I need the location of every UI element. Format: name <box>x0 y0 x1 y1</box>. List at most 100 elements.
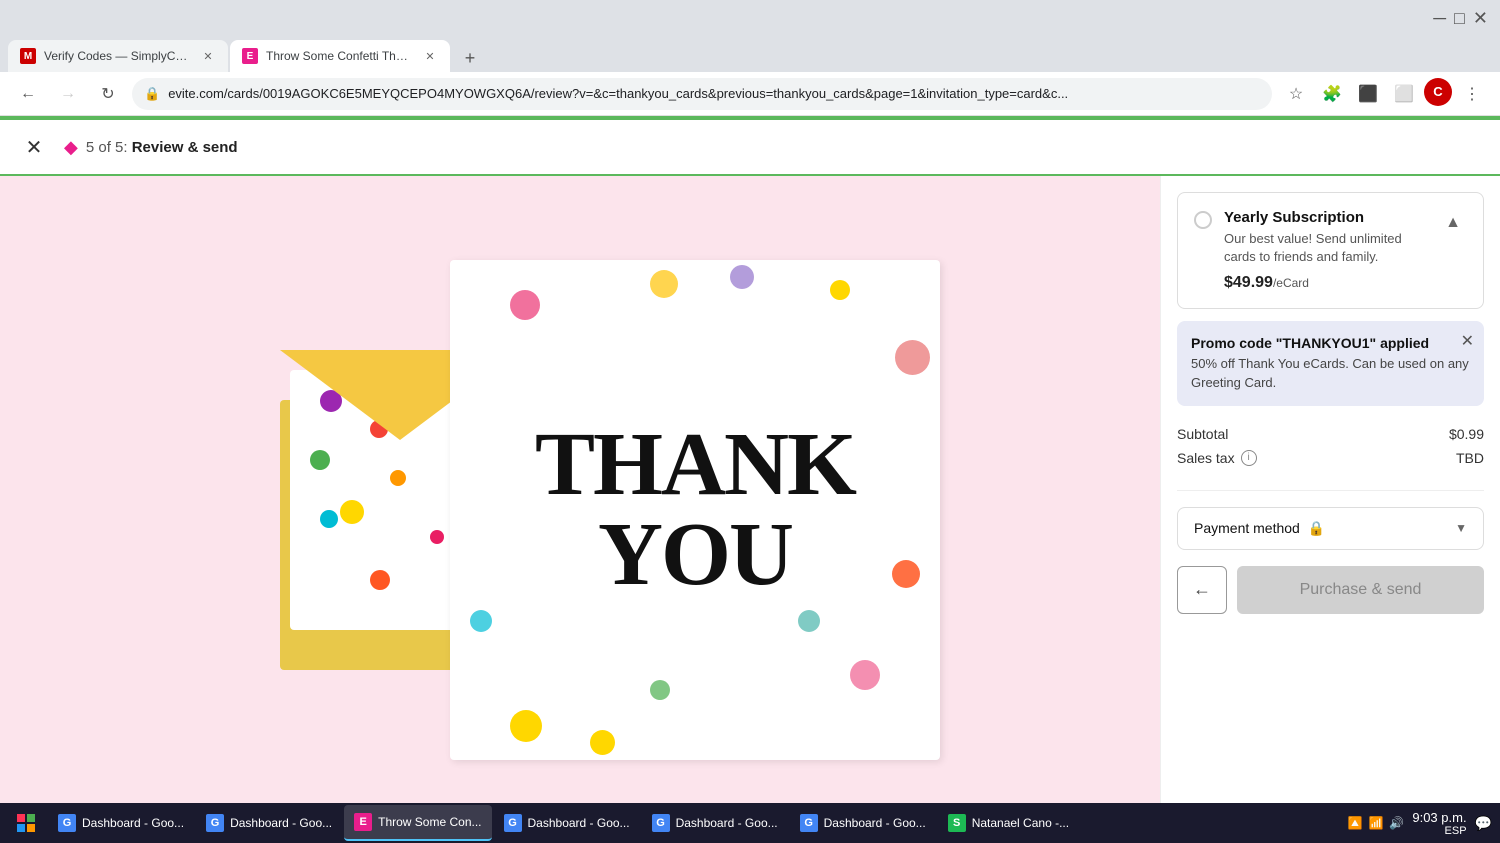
menu-icon[interactable]: ⋮ <box>1456 78 1488 110</box>
thank-you-line1: THANK <box>535 420 855 510</box>
nav-actions: ☆ 🧩 ⬛ ⬜ C ⋮ <box>1280 78 1488 110</box>
taskbar-system-icons: 🔼 📶 🔊 <box>1348 816 1405 830</box>
taskbar-item-1[interactable]: G Dashboard - Goo... <box>48 805 194 841</box>
taskbar-item-6[interactable]: G Dashboard - Goo... <box>790 805 936 841</box>
tab-verifycodes[interactable]: M Verify Codes — SimplyCodes ✕ <box>8 40 228 72</box>
taskbar-label-3: Throw Some Con... <box>378 815 481 829</box>
card-container: THANK YOU <box>220 250 940 770</box>
subscription-radio[interactable] <box>1194 211 1212 229</box>
taskbar-item-3[interactable]: E Throw Some Con... <box>344 805 491 841</box>
right-panel: Yearly Subscription Our best value! Send… <box>1160 176 1500 843</box>
taskbar-clock[interactable]: 9:03 p.m. ESP <box>1412 810 1466 837</box>
taskbar-volume-icon[interactable]: 🔊 <box>1389 816 1404 830</box>
subscription-desc: Our best value! Send unlimited cards to … <box>1224 230 1427 266</box>
taskbar-label-5: Dashboard - Goo... <box>676 816 778 830</box>
card-dot-11 <box>590 730 615 755</box>
tax-info-icon[interactable]: i <box>1241 450 1257 466</box>
taskbar-up-arrow[interactable]: 🔼 <box>1348 816 1363 830</box>
payment-chevron-icon: ▼ <box>1455 521 1467 535</box>
taskbar-favicon-2: G <box>206 814 224 832</box>
profile-button[interactable]: C <box>1424 78 1452 106</box>
page-content: ✕ ◆ 5 of 5: Review & send <box>0 116 1500 843</box>
action-buttons: ← Purchase & send <box>1177 566 1484 614</box>
tab-throwconfetti[interactable]: E Throw Some Confetti Thank Yo... ✕ <box>230 40 450 72</box>
divider <box>1177 490 1484 491</box>
taskbar-item-2[interactable]: G Dashboard - Goo... <box>196 805 342 841</box>
scroll-up-arrow[interactable]: ▲ <box>1439 209 1467 237</box>
taskbar-label-4: Dashboard - Goo... <box>528 816 630 830</box>
new-tab-button[interactable]: + <box>456 44 484 72</box>
top-bar: ✕ ◆ 5 of 5: Review & send <box>0 120 1500 176</box>
taskbar-favicon-3: E <box>354 813 372 831</box>
taskbar-network-icon[interactable]: 📶 <box>1368 816 1383 830</box>
window-close-button[interactable]: ✕ <box>1473 8 1488 29</box>
reload-button[interactable]: ↻ <box>92 78 124 110</box>
card-dot-3 <box>730 265 754 289</box>
thank-you-line2: YOU <box>535 510 855 600</box>
payment-lock-icon: 🔒 <box>1308 520 1325 537</box>
forward-button[interactable]: → <box>52 78 84 110</box>
maximize-button[interactable]: □ <box>1454 8 1465 29</box>
tab-favicon-2: E <box>242 48 258 64</box>
main-area: THANK YOU Yearly Subscription Our best v… <box>0 176 1500 843</box>
tax-row: Sales tax i TBD <box>1177 446 1484 470</box>
taskbar-favicon-6: G <box>800 814 818 832</box>
close-button[interactable]: ✕ <box>20 133 48 161</box>
card-dot-7 <box>470 610 492 632</box>
dot-5 <box>340 500 364 524</box>
taskbar-favicon-4: G <box>504 814 522 832</box>
start-button[interactable] <box>8 805 44 841</box>
promo-close-button[interactable]: ✕ <box>1461 331 1474 351</box>
address-bar[interactable]: 🔒 evite.com/cards/0019AGOKC6E5MEYQCEPO4M… <box>132 78 1272 110</box>
taskbar: G Dashboard - Goo... G Dashboard - Goo..… <box>0 803 1500 843</box>
dot-3 <box>310 450 330 470</box>
extension-icon-1[interactable]: 🧩 <box>1316 78 1348 110</box>
tab-bar: M Verify Codes — SimplyCodes ✕ E Throw S… <box>0 36 1500 72</box>
title-bar-controls: ─ □ ✕ <box>1433 8 1488 29</box>
payment-label: Payment method 🔒 <box>1194 520 1325 537</box>
taskbar-label-2: Dashboard - Goo... <box>230 816 332 830</box>
payment-method-section[interactable]: Payment method 🔒 ▼ <box>1177 507 1484 550</box>
step-info: ◆ 5 of 5: Review & send <box>64 137 238 158</box>
lock-icon: 🔒 <box>144 86 160 102</box>
card-dot-5 <box>895 340 930 375</box>
split-view-icon[interactable]: ⬜ <box>1388 78 1420 110</box>
taskbar-item-5[interactable]: G Dashboard - Goo... <box>642 805 788 841</box>
promo-desc: 50% off Thank You eCards. Can be used on… <box>1191 355 1470 391</box>
title-bar: ─ □ ✕ <box>0 0 1500 36</box>
promo-box: Promo code "THANKYOU1" applied 50% off T… <box>1177 321 1484 405</box>
card-dot-6 <box>892 560 920 588</box>
tab-close-1[interactable]: ✕ <box>200 48 216 64</box>
card-dot-10 <box>510 710 542 742</box>
tax-label: Sales tax i <box>1177 450 1257 466</box>
subtotal-row: Subtotal $0.99 <box>1177 422 1484 446</box>
thank-you-card: THANK YOU <box>450 260 940 760</box>
purchase-send-button[interactable]: Purchase & send <box>1237 566 1484 614</box>
card-dot-2 <box>650 270 678 298</box>
address-text: evite.com/cards/0019AGOKC6E5MEYQCEPO4MYO… <box>168 86 1260 101</box>
subscription-title: Yearly Subscription <box>1224 209 1427 226</box>
card-dot-8 <box>850 660 880 690</box>
taskbar-notification-icon[interactable]: 💬 <box>1475 815 1492 832</box>
subscription-price: $49.99/eCard <box>1224 274 1427 292</box>
tab-favicon-1: M <box>20 48 36 64</box>
dot-8 <box>370 570 390 590</box>
step-text: 5 of 5: Review & send <box>86 139 238 156</box>
taskbar-item-7[interactable]: S Natanael Cano -... <box>938 805 1079 841</box>
nav-bar: ← → ↻ 🔒 evite.com/cards/0019AGOKC6E5MEYQ… <box>0 72 1500 116</box>
bookmark-icon[interactable]: ☆ <box>1280 78 1312 110</box>
minimize-button[interactable]: ─ <box>1433 8 1446 29</box>
taskbar-date: ESP <box>1412 825 1466 837</box>
subscription-option[interactable]: Yearly Subscription Our best value! Send… <box>1177 192 1484 309</box>
card-dot-9 <box>650 680 670 700</box>
back-button[interactable]: ← <box>1177 566 1227 614</box>
taskbar-label-7: Natanael Cano -... <box>972 816 1069 830</box>
taskbar-favicon-5: G <box>652 814 670 832</box>
taskbar-favicon-7: S <box>948 814 966 832</box>
back-button[interactable]: ← <box>12 78 44 110</box>
extension-icon-2[interactable]: ⬛ <box>1352 78 1384 110</box>
tab-close-2[interactable]: ✕ <box>422 48 438 64</box>
taskbar-item-4[interactable]: G Dashboard - Goo... <box>494 805 640 841</box>
taskbar-time: 9:03 p.m. <box>1412 810 1466 825</box>
promo-title: Promo code "THANKYOU1" applied <box>1191 335 1470 351</box>
